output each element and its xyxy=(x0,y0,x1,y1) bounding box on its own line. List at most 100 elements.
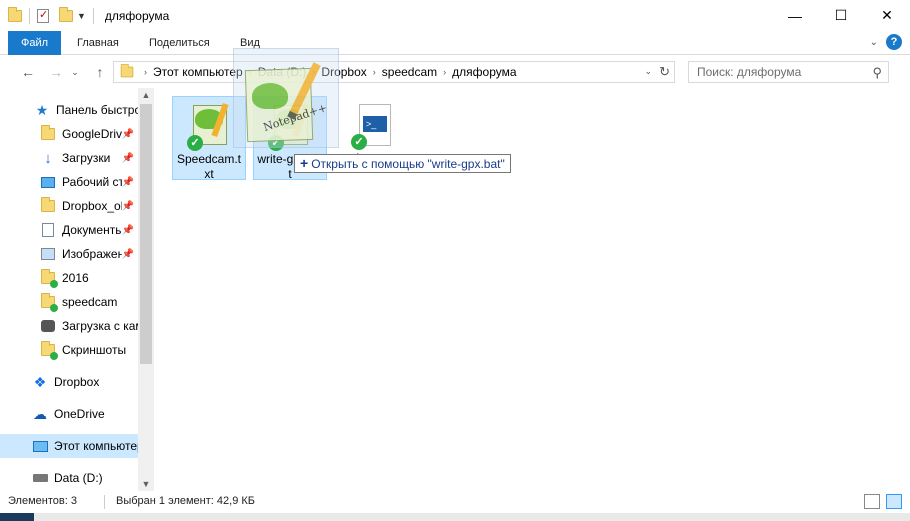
folder-synced-icon xyxy=(40,269,58,288)
tab-file[interactable]: Файл xyxy=(8,31,61,55)
dropbox-icon: ❖ xyxy=(33,373,47,390)
documents-icon xyxy=(40,223,56,237)
nav-item-screenshots[interactable]: Скриншоты xyxy=(0,338,138,362)
drag-drop-tooltip: + Открыть с помощью "write-gpx.bat" xyxy=(294,154,511,173)
refresh-icon[interactable]: ↻ xyxy=(659,64,670,80)
navigation-bar: ← → ⌄ ↑ › Этот компьютер › Data (D:) › D… xyxy=(0,56,910,88)
sync-check-icon: ✓ xyxy=(187,135,203,151)
notepadpp-icon: Notepad++ xyxy=(242,59,329,143)
file-name: Speedcam.txt xyxy=(176,152,242,181)
scroll-up-arrow-icon[interactable]: ▲ xyxy=(138,90,154,100)
ribbon-right-controls: ⌄ ? xyxy=(870,34,902,50)
back-arrow-icon[interactable]: ← xyxy=(18,62,38,82)
scrollbar-thumb[interactable] xyxy=(140,104,152,364)
separator xyxy=(92,7,94,24)
nav-item-label: Изображения xyxy=(62,247,122,261)
nav-item-label: Скриншоты xyxy=(62,343,127,357)
file-list: ✓ Speedcam.txt ✓ write-gpx.bat >_ ✓ writ… xyxy=(158,88,910,491)
customize-toolbar-chevron-icon[interactable]: ▼ xyxy=(77,11,86,21)
large-icons-view-icon[interactable] xyxy=(886,494,902,509)
drive-icon xyxy=(32,471,48,485)
tab-share[interactable]: Поделиться xyxy=(136,31,223,55)
nav-item-googledrive[interactable]: GoogleDrive 📌 xyxy=(0,122,138,146)
search-placeholder: Поиск: дляфорума xyxy=(697,65,802,79)
nav-item-this-pc[interactable]: Этот компьютер xyxy=(0,434,138,458)
tooltip-text: Открыть с помощью "write-gpx.bat" xyxy=(311,157,505,171)
nav-item-documents[interactable]: Документы 📌 xyxy=(0,218,138,242)
desktop-icon xyxy=(40,175,56,189)
window-controls: — ☐ ✕ xyxy=(772,0,910,31)
nav-item-quick-access[interactable]: ★ Панель быстрого доступа xyxy=(0,98,138,122)
expand-ribbon-chevron-icon[interactable]: ⌄ xyxy=(870,37,878,48)
pin-icon[interactable]: 📌 xyxy=(122,177,134,188)
pictures-icon xyxy=(40,247,56,261)
nav-item-label: Панель быстрого доступа xyxy=(56,103,138,117)
item-count: Элементов: 3 xyxy=(8,495,77,507)
pin-icon[interactable]: 📌 xyxy=(122,129,134,140)
nav-item-label: speedcam xyxy=(62,295,118,309)
selection-info: Выбран 1 элемент: 42,9 КБ xyxy=(116,495,255,507)
breadcrumb-chevron-icon[interactable]: › xyxy=(443,67,446,77)
status-divider xyxy=(104,495,105,509)
nav-item-camera-uploads[interactable]: Загрузка с камеры xyxy=(0,314,138,338)
pin-icon[interactable]: 📌 xyxy=(122,201,134,212)
nav-pane-scrollbar[interactable]: ▲ ▼ xyxy=(138,88,154,491)
plus-icon: + xyxy=(300,155,309,171)
drag-ghost-image: Notepad++ xyxy=(233,48,339,148)
breadcrumb-chevron-icon[interactable]: › xyxy=(373,67,376,77)
nav-item-data-drive[interactable]: Data (D:) xyxy=(0,466,138,490)
nav-item-label: GoogleDrive xyxy=(62,127,122,141)
nav-item-label: Dropbox xyxy=(54,375,100,389)
breadcrumb-chevron-icon[interactable]: › xyxy=(144,67,147,77)
breadcrumb-speedcam[interactable]: speedcam xyxy=(382,65,437,79)
onedrive-icon: ☁ xyxy=(33,405,47,422)
nav-item-pictures[interactable]: Изображения 📌 xyxy=(0,242,138,266)
nav-item-label: Этот компьютер xyxy=(54,439,138,453)
quick-access-toolbar: ▼ xyxy=(0,0,97,31)
nav-item-label: OneDrive xyxy=(54,407,105,421)
nav-item-onedrive[interactable]: ☁ OneDrive xyxy=(0,402,138,426)
sync-check-icon: ✓ xyxy=(351,134,367,150)
nav-item-desktop[interactable]: Рабочий стол 📌 xyxy=(0,170,138,194)
window-title: дляфорума xyxy=(104,8,170,23)
pin-icon[interactable]: 📌 xyxy=(122,249,134,260)
ribbon-tabs: Файл Главная Поделиться Вид ⌄ ? xyxy=(0,31,910,55)
scroll-down-arrow-icon[interactable]: ▼ xyxy=(138,479,154,489)
recent-locations-chevron-icon[interactable]: ⌄ xyxy=(68,62,82,82)
details-view-icon[interactable] xyxy=(864,494,880,509)
maximize-button[interactable]: ☐ xyxy=(818,0,864,31)
nav-item-label: Dropbox_old xyxy=(62,199,122,213)
forward-arrow-icon[interactable]: → xyxy=(46,62,66,82)
nav-item-speedcam[interactable]: speedcam xyxy=(0,290,138,314)
up-arrow-icon[interactable]: ↑ xyxy=(90,62,110,82)
breadcrumb-current[interactable]: дляфорума xyxy=(452,65,516,79)
folder-synced-icon xyxy=(40,341,58,360)
nav-item-dropbox-old[interactable]: Dropbox_old 📌 xyxy=(0,194,138,218)
minimize-button[interactable]: — xyxy=(772,0,818,31)
view-buttons xyxy=(864,494,902,509)
properties-icon[interactable] xyxy=(37,8,49,23)
nav-item-label: Документы xyxy=(62,223,122,237)
new-folder-icon[interactable] xyxy=(59,6,73,22)
powershell-icon: >_ ✓ xyxy=(349,102,397,150)
nav-item-dropbox[interactable]: ❖ Dropbox xyxy=(0,370,138,394)
address-bar[interactable]: › Этот компьютер › Data (D:) › Dropbox ›… xyxy=(113,61,675,83)
folder-icon xyxy=(8,6,22,22)
nav-item-downloads[interactable]: ↓ Загрузки 📌 xyxy=(0,146,138,170)
title-bar: ▼ дляфорума — ☐ ✕ xyxy=(0,0,910,31)
computer-icon xyxy=(32,439,48,453)
separator xyxy=(29,7,30,24)
breadcrumb-computer[interactable]: Этот компьютер xyxy=(153,65,243,79)
close-button[interactable]: ✕ xyxy=(864,0,910,31)
address-dropdown-chevron-icon[interactable]: ⌄ xyxy=(644,66,652,77)
pin-icon[interactable]: 📌 xyxy=(122,153,134,164)
tab-home[interactable]: Главная xyxy=(64,31,132,55)
nav-item-2016[interactable]: 2016 xyxy=(0,266,138,290)
search-input[interactable]: Поиск: дляфорума ⚲ xyxy=(688,61,889,83)
help-icon[interactable]: ? xyxy=(886,34,902,50)
nav-item-label: Загрузки xyxy=(62,151,111,165)
search-icon[interactable]: ⚲ xyxy=(872,63,882,83)
nav-item-label: 2016 xyxy=(62,271,89,285)
folder-synced-icon xyxy=(40,293,58,312)
pin-icon[interactable]: 📌 xyxy=(122,225,134,236)
